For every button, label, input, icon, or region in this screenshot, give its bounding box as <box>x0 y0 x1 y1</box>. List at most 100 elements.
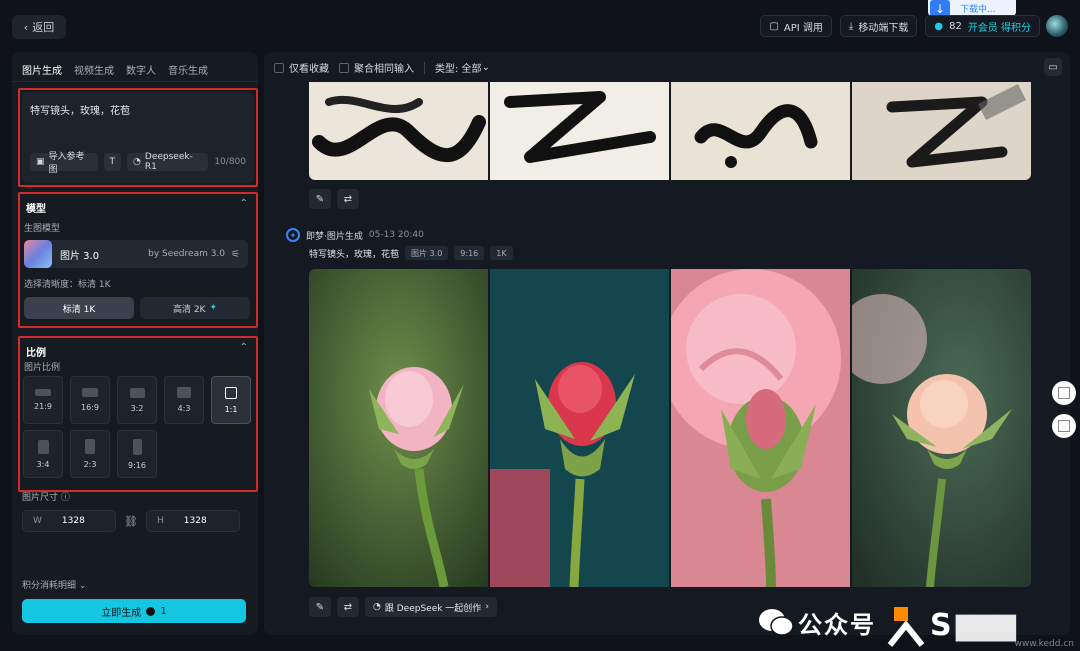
regenerate-icon[interactable]: ⇄ <box>337 189 359 209</box>
api-button[interactable]: ▢ API 调用 <box>760 15 832 37</box>
folder-icon[interactable]: ▭ <box>1044 58 1062 76</box>
float-image-button[interactable] <box>1052 414 1076 438</box>
cost-detail-label: 积分消耗明细 <box>22 581 77 591</box>
model-tag: 图片 3.0 <box>405 246 449 260</box>
divider <box>424 61 425 74</box>
deepseek-collab-label: 跟 DeepSeek 一起创作 <box>384 603 482 614</box>
ratio-sub-label: 图片比例 <box>24 363 61 373</box>
ratio-label: 2:3 <box>83 460 97 469</box>
generated-image[interactable] <box>671 269 850 587</box>
size-row: W 1328 ⛓ H 1328 <box>22 510 240 532</box>
prompt-input[interactable]: 特写镜头，玫瑰，花苞 ▣ 导入参考图 T ◔ Deepseek-R1 10/80… <box>22 92 254 183</box>
generated-image[interactable] <box>490 269 669 587</box>
clarity-label: 选择清晰度：标清 1K <box>24 280 111 290</box>
ratio-option[interactable]: 3:4 <box>23 430 63 478</box>
res-hd-button[interactable]: 高清 2K ✦ <box>140 297 250 319</box>
model-thumbnail <box>24 240 52 268</box>
credit-count: 82 <box>949 20 962 32</box>
download-toast[interactable]: ↓ 下载中... <box>928 0 1016 18</box>
tab-video-gen[interactable]: 视频生成 <box>74 62 114 81</box>
tab-music-gen[interactable]: 音乐生成 <box>168 62 208 81</box>
text-style-button[interactable]: T <box>103 153 122 171</box>
deepseek-toggle[interactable]: ◔ Deepseek-R1 <box>127 152 209 172</box>
width-prefix: W <box>33 516 42 526</box>
edit-icon[interactable]: ✎ <box>309 189 331 209</box>
avatar[interactable] <box>1046 15 1068 37</box>
generate-button[interactable]: 立即生成 1 <box>22 599 246 623</box>
svg-text:▇▇▇: ▇▇▇ <box>955 612 1017 642</box>
generate-label: 立即生成 <box>101 607 142 619</box>
chevron-up-icon[interactable]: ⌃ <box>240 342 248 353</box>
mobile-download-label: 移动端下载 <box>858 22 909 34</box>
generated-image[interactable] <box>671 82 850 180</box>
aggregate-filter[interactable]: 聚合相同输入 <box>339 60 414 75</box>
generated-image[interactable] <box>852 269 1031 587</box>
float-image-button[interactable] <box>1052 381 1076 405</box>
deepseek-label: Deepseek-R1 <box>144 152 193 172</box>
generated-image[interactable] <box>309 269 488 587</box>
resolution-tag: 1K <box>490 246 513 260</box>
type-dropdown[interactable]: 类型: 全部 ⌄ <box>435 60 490 75</box>
back-button[interactable]: ‹ 返回 <box>12 15 66 39</box>
main-panel: 仅看收藏 聚合相同输入 类型: 全部 ⌄ ▭ ✎ ⇄ ✦ 即梦·图片生成 05-… <box>264 52 1070 635</box>
ratio-option[interactable]: 21:9 <box>23 376 63 424</box>
chevron-down-icon: ⌄ <box>481 62 490 73</box>
left-panel: 图片生成 视频生成 数字人 音乐生成 特写镜头，玫瑰，花苞 ▣ 导入参考图 T … <box>12 52 258 635</box>
checkbox[interactable] <box>339 62 349 73</box>
vip-link[interactable]: 开会员 得积分 <box>968 19 1031 34</box>
ratio-option[interactable]: 4:3 <box>164 376 204 424</box>
mobile-download-button[interactable]: ⤓ 移动端下载 <box>839 15 918 37</box>
tab-image-gen[interactable]: 图片生成 <box>22 62 62 81</box>
width-field[interactable]: W 1328 <box>22 510 116 532</box>
prompt-text[interactable]: 特写镜头，玫瑰，花苞 <box>30 102 130 117</box>
ratio-option[interactable]: 2:3 <box>70 430 110 478</box>
ratio-section: 比例 ⌃ 图片比例 21:9 16:9 3:2 4:3 1:1 3:4 2:3 … <box>18 336 258 492</box>
generation-meta: ✦ 即梦·图片生成 05-13 20:40 <box>286 228 424 242</box>
tab-digital-human[interactable]: 数字人 <box>126 62 156 81</box>
credits-pill[interactable]: ● 82 开会员 得积分 <box>925 15 1040 37</box>
ratio-option[interactable]: 9:16 <box>117 430 157 478</box>
generated-image[interactable] <box>490 82 669 180</box>
broken-image-icon <box>1058 387 1070 399</box>
sliders-icon[interactable]: ⚟ <box>231 249 240 260</box>
edit-icon[interactable]: ✎ <box>309 597 331 617</box>
mode-tabs: 图片生成 视频生成 数字人 音乐生成 <box>12 52 258 82</box>
ratio-option[interactable]: 3:2 <box>117 376 157 424</box>
model-selector[interactable]: 图片 3.0 by Seedream 3.0 ⚟ <box>24 240 248 268</box>
image-actions: ✎ ⇄ ◔ 跟 DeepSeek 一起创作 › <box>309 597 497 617</box>
top-actions: ▢ API 调用 ⤓ 移动端下载 ● 82 开会员 得积分 <box>760 15 1040 37</box>
chevron-up-icon[interactable]: ⌃ <box>240 198 248 209</box>
link-icon[interactable]: ⛓ <box>124 515 138 528</box>
cost-detail-toggle[interactable]: 积分消耗明细 ⌄ <box>22 578 86 591</box>
credit-coin-icon <box>146 606 156 616</box>
whale-icon: ◔ <box>133 157 141 167</box>
ratio-label: 1:1 <box>224 404 238 414</box>
ratio-shape-icon <box>35 389 51 396</box>
type-dropdown-label: 类型: 全部 <box>435 64 482 75</box>
ratio-shape-icon <box>225 386 237 399</box>
download-status: 下载中... <box>960 4 996 15</box>
generation-prompt-row: 特写镜头，玫瑰，花苞 图片 3.0 9:16 1K <box>309 246 513 260</box>
aggregate-filter-label: 聚合相同输入 <box>354 64 414 75</box>
regenerate-icon[interactable]: ⇄ <box>337 597 359 617</box>
download-icon: ⤓ <box>848 20 854 32</box>
generated-image[interactable] <box>309 82 488 180</box>
deepseek-collab-button[interactable]: ◔ 跟 DeepSeek 一起创作 › <box>365 597 497 617</box>
favorites-filter[interactable]: 仅看收藏 <box>274 60 329 75</box>
ratio-option-selected[interactable]: 1:1 <box>211 376 251 424</box>
import-reference-button[interactable]: ▣ 导入参考图 <box>30 152 98 175</box>
ratio-option[interactable]: 16:9 <box>70 376 110 424</box>
height-value: 1328 <box>183 516 207 526</box>
height-field[interactable]: H 1328 <box>146 510 240 532</box>
info-icon[interactable]: ⓘ <box>61 493 70 503</box>
back-label: 返回 <box>32 21 55 34</box>
ratio-label: 21:9 <box>34 402 52 411</box>
resolution-options: 标清 1K 高清 2K ✦ <box>24 297 250 319</box>
generated-image[interactable] <box>852 82 1031 180</box>
api-icon: ▢ <box>769 20 779 32</box>
checkbox[interactable] <box>274 62 284 73</box>
generation-prompt: 特写镜头，玫瑰，花苞 <box>309 249 400 260</box>
res-standard-button[interactable]: 标清 1K <box>24 297 134 319</box>
chevron-down-icon: ⌄ <box>78 581 87 591</box>
ratio-shape-icon <box>37 439 49 454</box>
